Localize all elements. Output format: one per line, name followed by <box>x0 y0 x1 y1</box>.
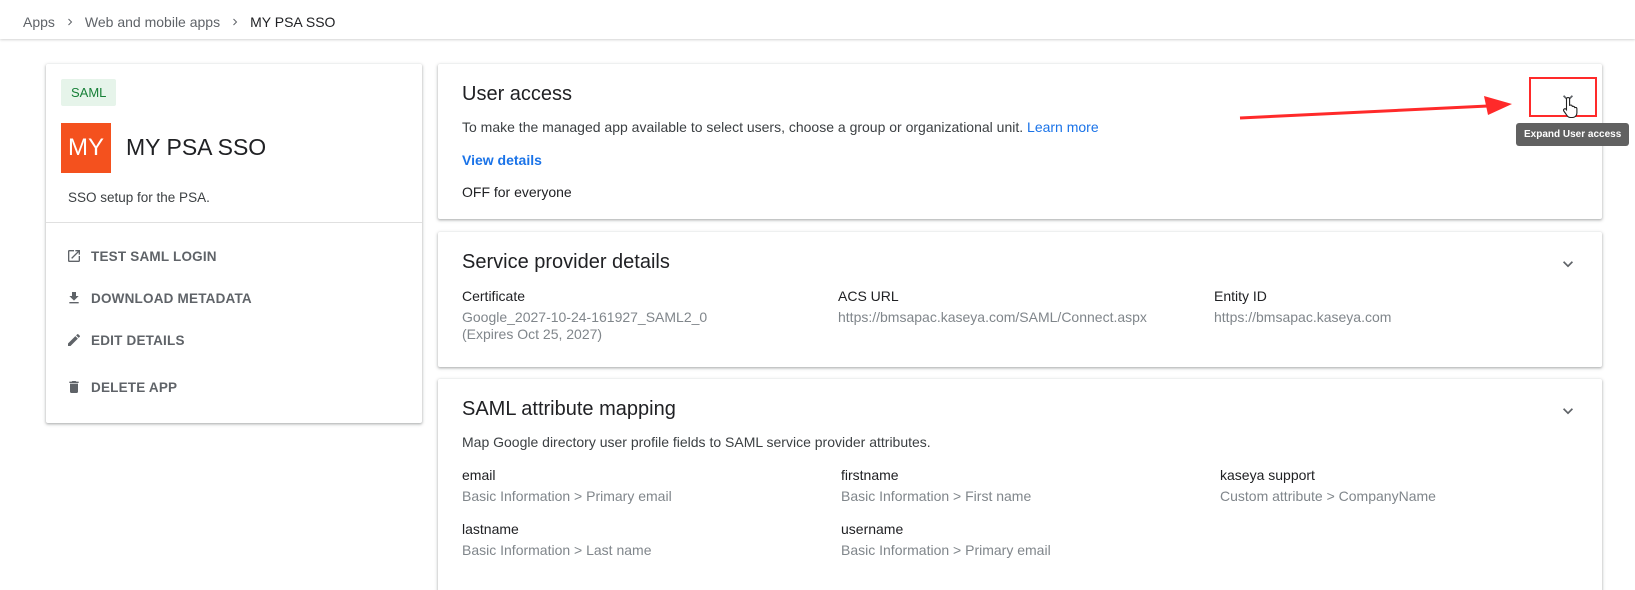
mapping-label: firstname <box>841 467 899 483</box>
breadcrumb-apps[interactable]: Apps <box>23 14 55 30</box>
hand-cursor-icon <box>1562 96 1578 118</box>
mapping-label: kaseya support <box>1220 467 1315 483</box>
user-access-title: User access <box>462 83 573 105</box>
certificate-label: Certificate <box>462 288 526 304</box>
user-access-status: OFF for everyone <box>462 184 572 200</box>
attribute-mapping-description: Map Google directory user profile fields… <box>462 434 931 450</box>
mapping-value: Custom attribute > CompanyName <box>1220 488 1436 504</box>
mapping-label: username <box>841 521 904 537</box>
chevron-down-icon <box>1563 261 1573 268</box>
user-access-panel[interactable]: User access To make the managed app avai… <box>438 64 1602 219</box>
breadcrumb: Apps Web and mobile apps MY PSA SSO <box>23 14 335 30</box>
open-in-new-icon <box>68 250 80 262</box>
entity-id-label: Entity ID <box>1214 288 1267 304</box>
attribute-mapping-panel[interactable]: SAML attribute mapping Map Google direct… <box>438 379 1602 590</box>
chevron-right-icon <box>64 16 76 28</box>
delete-app-label: DELETE APP <box>91 379 178 395</box>
service-provider-panel[interactable]: Service provider details Certificate Goo… <box>438 232 1602 367</box>
app-description: SSO setup for the PSA. <box>68 190 210 205</box>
test-saml-login-label: TEST SAML LOGIN <box>91 248 217 264</box>
download-metadata-button[interactable]: DOWNLOAD METADATA <box>66 290 252 306</box>
expand-service-provider-button[interactable] <box>1558 254 1578 274</box>
mapping-value: Basic Information > Last name <box>462 542 652 558</box>
acs-url-value: https://bmsapac.kaseya.com/SAML/Connect.… <box>838 309 1147 325</box>
user-access-description-line: To make the managed app available to sel… <box>462 119 1099 135</box>
annotation-arrow-icon <box>1239 96 1512 120</box>
user-access-description: To make the managed app available to sel… <box>462 119 1024 135</box>
chevron-right-icon <box>229 16 241 28</box>
download-icon <box>69 292 79 304</box>
acs-url-label: ACS URL <box>838 288 899 304</box>
pencil-icon <box>68 333 81 346</box>
breadcrumb-bar: Apps Web and mobile apps MY PSA SSO <box>0 0 1635 39</box>
expand-user-access-tooltip: Expand User access <box>1516 123 1630 146</box>
test-saml-login-button[interactable]: TEST SAML LOGIN <box>66 248 217 264</box>
download-metadata-label: DOWNLOAD METADATA <box>91 290 252 306</box>
certificate-value: Google_2027-10-24-161927_SAML2_0 <box>462 309 708 325</box>
app-logo: MY <box>61 123 111 173</box>
expand-attribute-mapping-button[interactable] <box>1558 401 1578 421</box>
edit-details-label: EDIT DETAILS <box>91 332 185 348</box>
app-type-chip: SAML <box>61 79 117 106</box>
attribute-mapping-title: SAML attribute mapping <box>462 398 676 420</box>
mapping-value: Basic Information > Primary email <box>462 488 672 504</box>
learn-more-link[interactable]: Learn more <box>1027 119 1099 135</box>
divider <box>46 222 422 223</box>
view-details-link[interactable]: View details <box>462 152 542 168</box>
breadcrumb-current: MY PSA SSO <box>250 14 336 30</box>
service-provider-title: Service provider details <box>462 251 670 273</box>
entity-id-value: https://bmsapac.kaseya.com <box>1214 309 1392 325</box>
mapping-label: email <box>462 467 496 483</box>
mapping-label: lastname <box>462 521 519 537</box>
app-name: MY PSA SSO <box>126 134 267 160</box>
mapping-value: Basic Information > Primary email <box>841 542 1051 558</box>
app-summary-card: SAML MY MY PSA SSO SSO setup for the PSA… <box>46 64 422 423</box>
certificate-expiry: (Expires Oct 25, 2027) <box>462 326 603 342</box>
mapping-value: Basic Information > First name <box>841 488 1032 504</box>
edit-details-button[interactable]: EDIT DETAILS <box>66 332 185 348</box>
breadcrumb-web-mobile-apps[interactable]: Web and mobile apps <box>85 14 220 30</box>
trash-icon <box>69 381 79 393</box>
delete-app-button[interactable]: DELETE APP <box>66 379 177 395</box>
chevron-down-icon <box>1563 408 1573 415</box>
